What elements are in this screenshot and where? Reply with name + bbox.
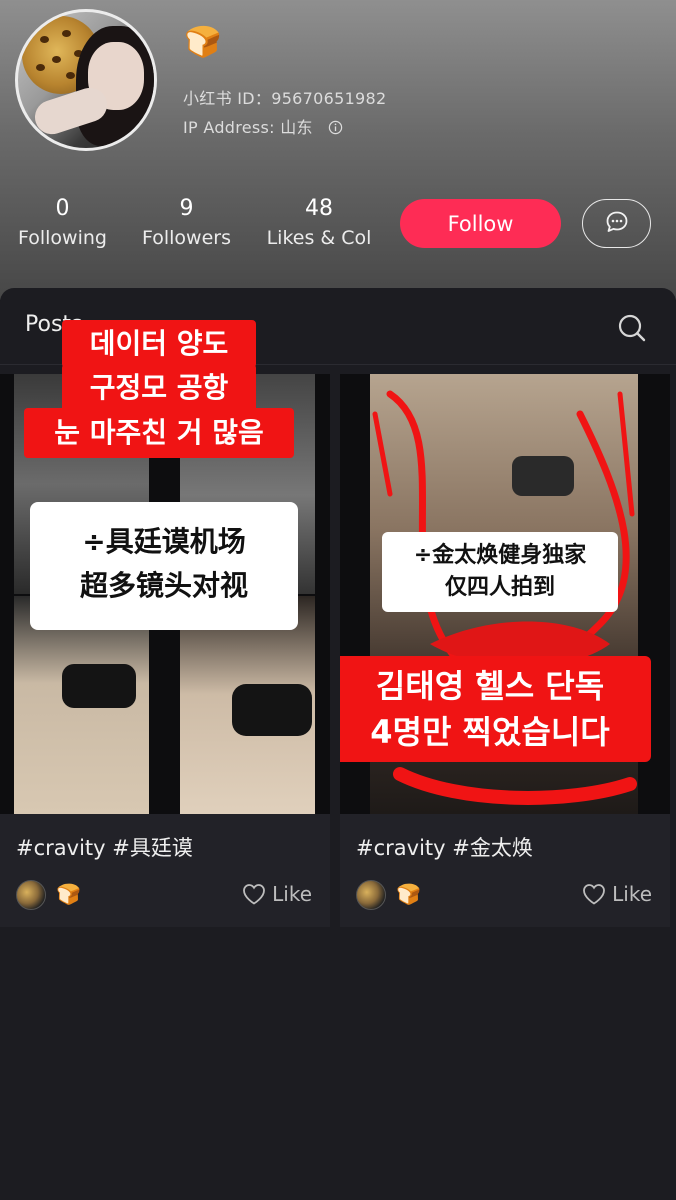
overlay-line-1: 데이터 양도 xyxy=(62,320,256,368)
post-2-caption[interactable]: #cravity #金太焕 xyxy=(356,832,533,862)
heart-icon xyxy=(243,884,266,905)
post-1-footer: 🍞 Like xyxy=(16,880,316,912)
post-2-footer: 🍞 Like xyxy=(356,880,656,912)
bread-emoji-icon: 🍞 xyxy=(184,25,222,60)
post-2-thumbnail[interactable]: ÷金太焕健身独家 仅四人拍到 김태영 헬스 단독 4명만 찍었습니다 xyxy=(340,374,670,814)
post-1-author-avatar[interactable] xyxy=(16,880,46,910)
xhs-id: 小红书 ID：95670651982 xyxy=(183,89,387,108)
post-card-2[interactable]: ÷金太焕健身独家 仅四人拍到 김태영 헬스 단독 4명만 찍었습니다 #crav… xyxy=(340,374,670,927)
post-1-caption[interactable]: #cravity #具廷谟 xyxy=(16,832,193,862)
chat-bubble-icon xyxy=(604,209,630,239)
post-2-like-label: Like xyxy=(612,882,652,906)
post-2-author-avatar[interactable] xyxy=(356,880,386,910)
ip-address-text: IP Address: 山东 xyxy=(183,118,313,137)
stat-following-label: Following xyxy=(18,227,107,249)
message-button[interactable] xyxy=(582,199,651,248)
post-1-like-label: Like xyxy=(272,882,312,906)
stat-followers[interactable]: 9 Followers xyxy=(134,196,239,249)
stat-likes-value: 48 xyxy=(305,196,333,221)
post-2-like-button[interactable]: Like xyxy=(582,882,652,906)
profile-header: 🍞 小红书 ID：95670651982 IP Address: 山东 0 Fo… xyxy=(0,0,676,300)
stat-following[interactable]: 0 Following xyxy=(10,196,115,249)
search-icon[interactable] xyxy=(617,313,647,347)
post-2-chinese-line-1: ÷金太焕健身独家 xyxy=(413,543,587,568)
post-2-korean-line-1: 김태영 헬스 단독 xyxy=(375,667,605,705)
post-1-mask-left xyxy=(62,664,136,708)
overlay-line-2: 구정모 공항 xyxy=(62,364,256,412)
post-1-author-bread-emoji-icon: 🍞 xyxy=(56,882,81,906)
stat-following-value: 0 xyxy=(55,196,70,221)
post-1-chinese-line-2: 超多镜头对视 xyxy=(79,569,248,602)
heart-icon xyxy=(583,884,606,905)
profile-avatar[interactable] xyxy=(15,9,157,151)
stat-followers-label: Followers xyxy=(142,227,231,249)
stat-followers-value: 9 xyxy=(179,196,194,221)
post-1-like-button[interactable]: Like xyxy=(242,882,312,906)
post-2-chinese-line-2: 仅四人拍到 xyxy=(444,575,555,600)
follow-button[interactable]: Follow xyxy=(400,199,561,248)
post-2-korean-caption: 김태영 헬스 단독 4명만 찍었습니다 xyxy=(340,656,651,762)
ip-address-row: IP Address: 山东 xyxy=(183,114,343,139)
post-1-chinese-caption: ÷具廷谟机场 超多镜头对视 xyxy=(30,502,298,630)
post-2-chinese-caption: ÷金太焕健身独家 仅四人拍到 xyxy=(382,532,618,612)
post-2-author-bread-emoji-icon: 🍞 xyxy=(396,882,421,906)
post-1-mask-right xyxy=(232,684,312,736)
stat-likes-label: Likes & Col xyxy=(266,227,372,249)
overlay-line-3: 눈 마주친 거 많음 xyxy=(24,408,294,458)
info-circle-icon[interactable] xyxy=(328,120,343,139)
post-2-korean-line-2: 4명만 찍었습니다 xyxy=(370,713,610,751)
stat-likes-collections[interactable]: 48 Likes & Col xyxy=(258,196,380,249)
post-1-chinese-line-1: ÷具廷谟机场 xyxy=(82,525,246,558)
